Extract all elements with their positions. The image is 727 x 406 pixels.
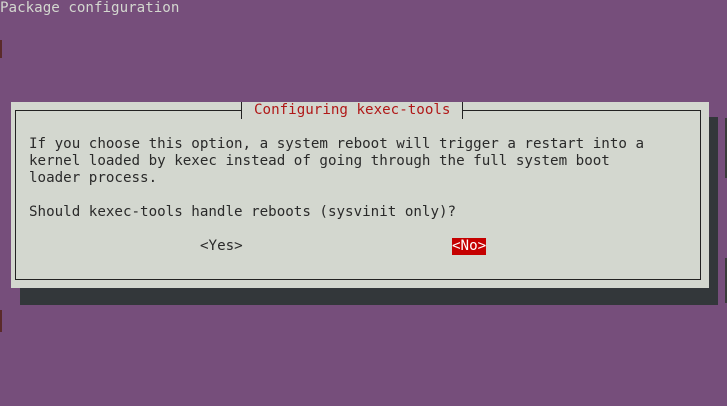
terminal-title: Package configuration — [0, 0, 180, 16]
debconf-dialog: Configuring kexec-tools If you choose th… — [11, 102, 709, 288]
window-edge-left — [0, 40, 2, 58]
dialog-message: If you choose this option, a system rebo… — [29, 136, 644, 186]
dialog-question: Should kexec-tools handle reboots (sysvi… — [29, 204, 457, 220]
window-edge-left-lower — [0, 310, 2, 332]
no-button[interactable]: <No> — [452, 238, 487, 255]
dialog-title: Configuring kexec-tools — [241, 102, 464, 119]
yes-button[interactable]: <Yes> — [200, 238, 243, 255]
